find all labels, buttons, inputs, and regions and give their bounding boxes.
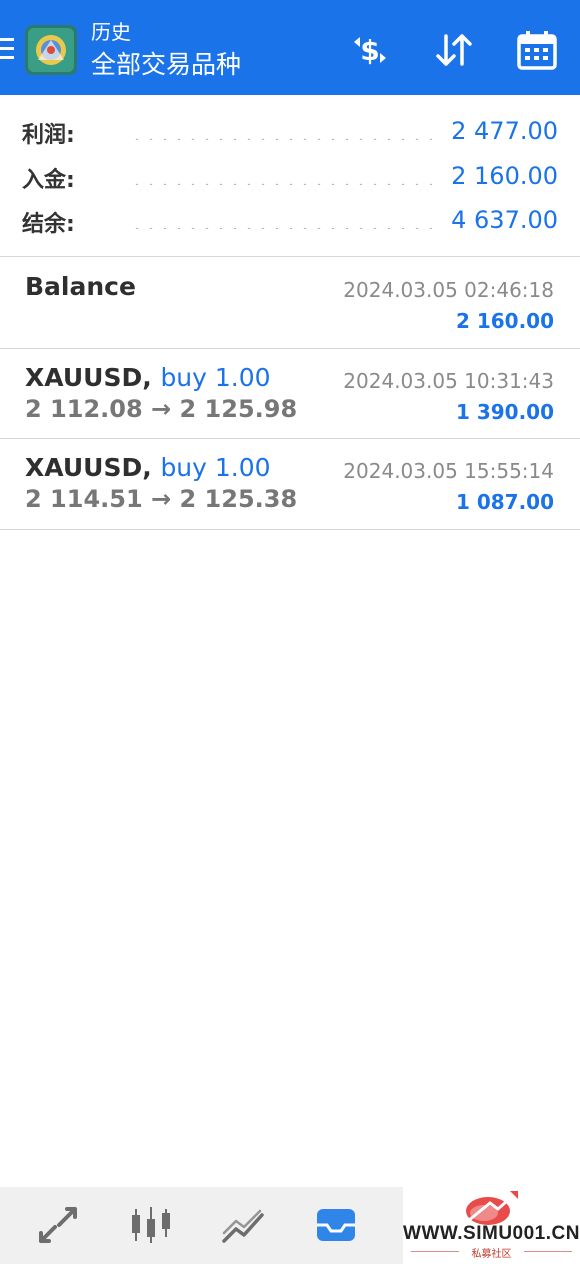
deal-amount: 1 390.00 [455, 400, 554, 424]
summary-label: 结余: [22, 212, 75, 237]
history-summary: 利润: 2 477.00 入金: 2 160.00 结余: 4 637.00 [0, 95, 580, 257]
deal-symbol: XAUUSD, [25, 453, 152, 482]
section-title: 历史 [91, 20, 131, 44]
summary-row-deposit: 入金: 2 160.00 [0, 158, 580, 198]
deal-symbol: XAUUSD, [25, 363, 152, 392]
deal-title: XAUUSD, buy 1.00 [25, 363, 271, 392]
currency-exchange-icon[interactable]: $ [348, 28, 392, 72]
deal-amount: 2 160.00 [455, 309, 554, 333]
quotes-icon[interactable] [35, 1203, 81, 1247]
site-watermark: WWW.SIMU001.CN 私募社区 [403, 1187, 580, 1264]
symbol-filter-title[interactable]: 全部交易品种 [91, 50, 241, 80]
deal-title: Balance [25, 272, 136, 301]
summary-value: 2 160.00 [451, 162, 558, 190]
watermark-subtitle: 私募社区 [471, 1249, 512, 1260]
sort-icon[interactable] [432, 28, 476, 72]
metatrader-logo [24, 24, 78, 76]
deal-side: buy 1.00 [160, 453, 271, 482]
summary-value: 4 637.00 [451, 206, 558, 234]
watermark-divider [524, 1251, 572, 1252]
deal-title: XAUUSD, buy 1.00 [25, 453, 271, 482]
deal-row-xauusd-2[interactable]: XAUUSD, buy 1.00 2024.03.05 15:55:14 2 1… [0, 439, 580, 530]
menu-icon[interactable] [0, 38, 16, 60]
svg-text:$: $ [360, 34, 379, 67]
trade-icon[interactable] [220, 1203, 266, 1247]
deal-time: 2024.03.05 15:55:14 [343, 459, 554, 483]
summary-label: 入金: [22, 168, 75, 193]
deal-time: 2024.03.05 02:46:18 [343, 278, 554, 302]
deal-row-balance[interactable]: Balance 2024.03.05 02:46:18 2 160.00 [0, 257, 580, 349]
dot-leader [130, 183, 432, 185]
deal-row-xauusd-1[interactable]: XAUUSD, buy 1.00 2024.03.05 10:31:43 2 1… [0, 349, 580, 439]
summary-label: 利润: [22, 123, 75, 148]
deal-prices: 2 114.51 → 2 125.38 [25, 485, 298, 513]
deal-time: 2024.03.05 10:31:43 [343, 369, 554, 393]
dot-leader [130, 138, 432, 140]
watermark-site: WWW.SIMU001.CN [403, 1223, 580, 1244]
dot-leader [130, 227, 432, 229]
history-icon[interactable] [313, 1203, 359, 1247]
summary-row-balance: 结余: 4 637.00 [0, 202, 580, 242]
deal-side: buy 1.00 [160, 363, 271, 392]
summary-value: 2 477.00 [451, 117, 558, 145]
deal-amount: 1 087.00 [455, 490, 554, 514]
calendar-icon[interactable] [515, 28, 559, 72]
summary-row-profit: 利润: 2 477.00 [0, 113, 580, 153]
chart-icon[interactable] [128, 1203, 174, 1247]
app-header: 历史 全部交易品种 $ [0, 0, 580, 95]
deal-prices: 2 112.08 → 2 125.98 [25, 395, 298, 423]
